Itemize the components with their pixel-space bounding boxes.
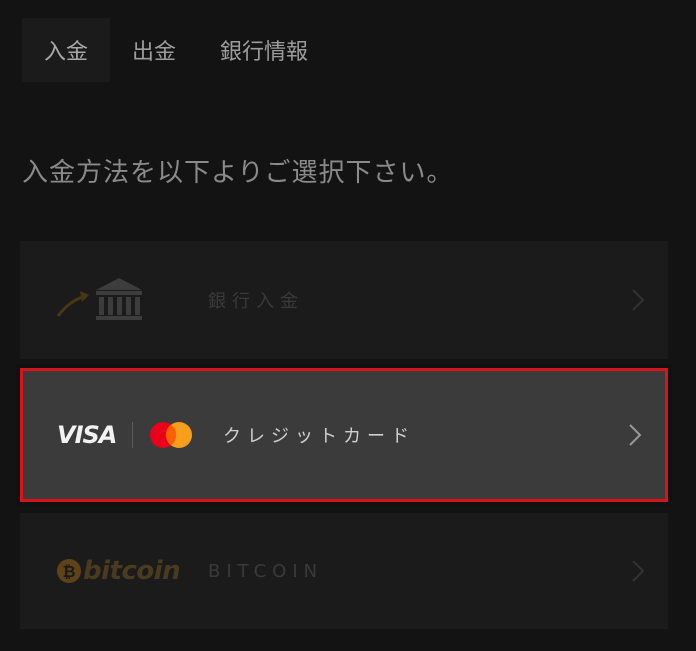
bank-icon — [56, 278, 142, 320]
method-label: 銀行入金 — [208, 291, 304, 312]
tab-withdraw[interactable]: 出金 — [110, 18, 198, 82]
bitcoin-icon: ₿ — [57, 559, 81, 583]
chevron-right-icon — [605, 423, 665, 447]
mastercard-logo — [150, 422, 193, 448]
tab-bank-info[interactable]: 銀行情報 — [198, 18, 330, 82]
svg-text:₿: ₿ — [62, 562, 75, 581]
instruction-text: 入金方法を以下よりご選択下さい。 — [22, 158, 454, 188]
method-bitcoin[interactable]: ₿ bitcoin BITCOIN — [20, 513, 668, 629]
card-logos: VISA — [23, 421, 223, 449]
method-credit-card[interactable]: VISA クレジットカード — [16, 364, 672, 506]
method-bank-transfer[interactable]: 銀行入金 — [20, 241, 668, 359]
bitcoin-logo: ₿ bitcoin — [20, 556, 208, 586]
logo-divider — [132, 422, 134, 448]
visa-logo: VISA — [57, 421, 117, 449]
deposit-tabs: 入金 出金 銀行情報 — [22, 18, 330, 82]
tab-deposit[interactable]: 入金 — [22, 18, 111, 82]
method-label: クレジットカード — [223, 426, 415, 447]
bitcoin-wordmark: bitcoin — [83, 556, 181, 586]
method-label: BITCOIN — [208, 560, 324, 582]
chevron-right-icon — [608, 559, 668, 583]
bank-logo — [20, 276, 208, 324]
chevron-right-icon — [608, 288, 668, 312]
